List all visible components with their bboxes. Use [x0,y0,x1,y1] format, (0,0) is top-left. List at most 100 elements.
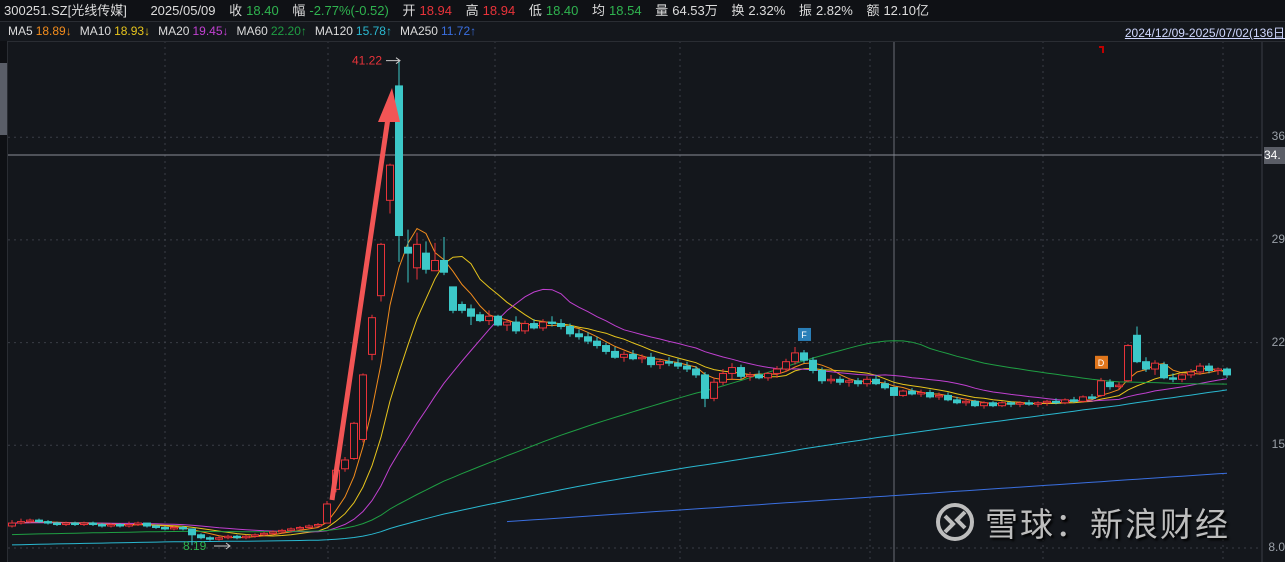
candle-body [1052,400,1060,404]
candle-body [593,340,601,347]
candle-body [1115,384,1123,388]
candle [944,392,952,402]
candle-body [368,317,376,355]
candle-body [116,524,124,527]
candle [620,351,628,362]
candle-body [1007,402,1015,405]
candle-body [1205,365,1213,371]
candle-body [539,321,547,329]
watermark: 雪球：新浪财经 [935,498,1230,546]
candle [728,363,736,380]
candle-body [809,359,817,371]
candle-body [314,524,322,527]
candle [89,521,97,526]
ma-legend: MA5 18.89↓ MA10 18.93↓ MA20 19.45↓ MA60 22.20↑ M… [8,22,1285,42]
candle-body [197,534,205,539]
candle-body [1133,334,1141,363]
ma-legend-ma250-value: 11.72↑ [440,24,477,38]
candle [1124,344,1132,383]
ma-legend-ma10-value: 18.93↓ [114,24,151,38]
candle [377,242,385,302]
candle-body [881,383,889,389]
candle-body [917,391,925,395]
candle-body [584,336,592,342]
candle-body [278,529,286,533]
ma-legend-ma60-value: 22.20↑ [270,24,307,38]
candle [611,347,619,359]
candle-body [746,374,754,377]
candle [404,229,412,283]
axis-label: 29 [1271,231,1285,246]
candle [998,401,1006,408]
candle-body [863,378,871,385]
candle-body [980,402,988,407]
candle [647,352,655,368]
candle-body [170,526,178,530]
event-marker-text: F [801,330,807,340]
amplitude-label: 振 [798,3,812,18]
watermark-text: 雪球：新浪财经 [985,506,1230,543]
candle-body [1106,381,1114,388]
candle-body [1196,365,1204,373]
candle-body [476,314,484,322]
candle-body [62,522,70,526]
change-label: 幅 [292,3,306,18]
candle [863,376,871,387]
candle-body [287,528,295,531]
low-label: 低 [528,3,542,18]
candle-body [449,286,457,311]
candle-body [611,350,619,358]
low-pointer-icon [214,542,231,550]
ma-legend-ma20-value: 19.45↓ [192,24,229,38]
avg-label: 均 [592,3,606,18]
candle-body [629,353,637,360]
candle-body [458,303,466,311]
low-price-label: 8.19 [183,539,207,553]
candle-body [134,522,142,526]
candle [1115,382,1123,390]
date-range-link[interactable]: 2024/12/09-2025/07/02(136日 [1125,24,1285,41]
candle-body [269,531,277,534]
candle [881,380,889,390]
candle-body [755,374,763,379]
candle [926,389,934,399]
candle-body [800,352,808,361]
ma10-line [11,255,1228,537]
candle [665,357,673,367]
candle-body [1034,402,1042,405]
ma-legend-ma20-label: MA20 [158,24,190,38]
candle [494,314,502,327]
candle-body [575,333,583,338]
candle [701,371,709,408]
candle [1223,367,1231,378]
candle-body [935,394,943,398]
kline-chart[interactable]: 41.22 8.19 F D [0,0,1285,562]
candle-body [719,372,727,383]
candle-body [1070,399,1078,402]
candle-body [224,535,232,539]
candle-body [953,399,961,404]
candle [44,520,52,525]
candle-body [206,537,214,540]
candle-body [440,259,448,273]
candle [395,60,403,262]
high-price-label: 41.22 [352,54,382,68]
candle [1178,373,1186,383]
candle-body [602,345,610,352]
candle-body [998,402,1006,407]
candle-body [620,353,628,358]
candle [413,232,421,280]
candle-body [467,308,475,317]
candle-body [971,400,979,407]
amount-label: 额 [866,3,880,18]
candle-body [1124,345,1132,382]
candle-body [926,391,934,398]
candle-body [125,524,133,527]
candle-body [377,243,385,297]
ma-legend-ma250-label: MA250 [399,24,438,38]
candle-body [665,361,673,364]
volume-value: 64.53万 [672,3,718,18]
ma-legend-ma5-value: 18.89↓ [35,24,72,38]
candle-body [521,323,529,332]
candle-body [899,390,907,396]
